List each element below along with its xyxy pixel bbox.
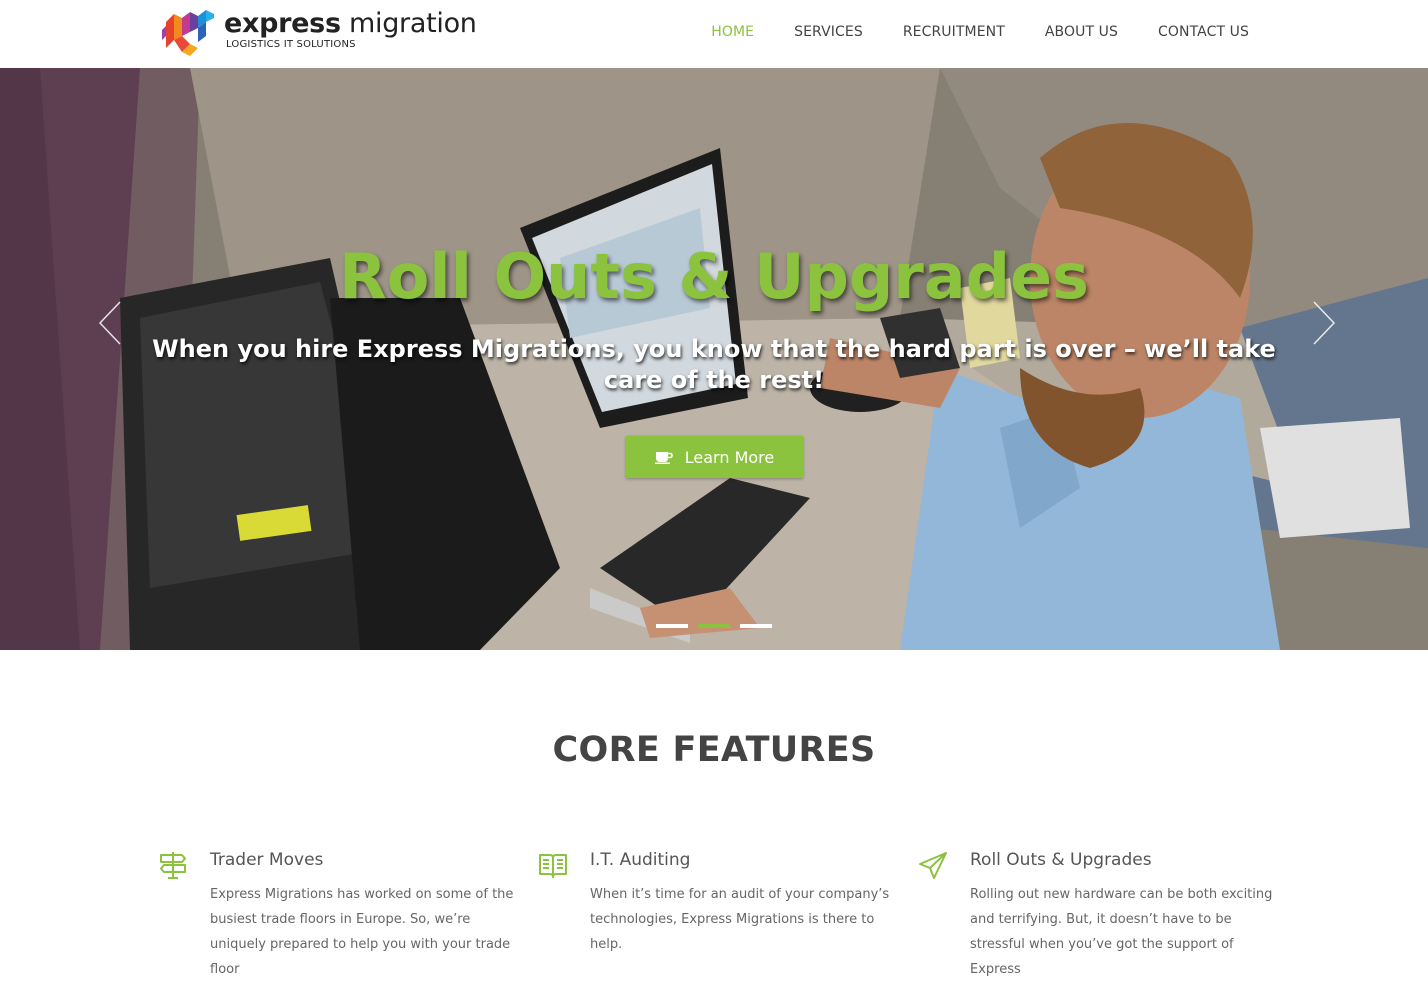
learn-more-button[interactable]: Learn More — [626, 436, 803, 478]
logo-mark-icon — [162, 10, 214, 56]
features-heading: CORE FEATURES — [552, 730, 876, 770]
hero-title: Roll Outs & Upgrades — [339, 240, 1089, 313]
slider-indicators — [656, 624, 772, 628]
slide-indicator-1[interactable] — [656, 624, 688, 628]
nav-about-us[interactable]: ABOUT US — [1045, 24, 1118, 40]
chevron-right-icon — [1313, 301, 1336, 345]
feature-title: I.T. Auditing — [590, 850, 691, 870]
nav-contact-us[interactable]: CONTACT US — [1158, 24, 1249, 40]
paper-plane-icon — [919, 852, 947, 879]
logo-name-bold: express — [224, 8, 341, 39]
signpost-icon — [160, 852, 186, 879]
nav-services[interactable]: SERVICES — [794, 24, 863, 40]
chevron-left-icon — [98, 301, 121, 345]
slider-next-button[interactable] — [1308, 300, 1338, 346]
hero-subtitle: When you hire Express Migrations, you kn… — [152, 335, 1276, 394]
logo-wordmark: express migration — [224, 8, 477, 39]
nav-recruitment[interactable]: RECRUITMENT — [903, 24, 1005, 40]
feature-text: Express Migrations has worked on some of… — [210, 887, 514, 977]
feature-title: Trader Moves — [210, 850, 324, 870]
open-book-icon — [539, 854, 567, 878]
slide-indicator-3[interactable] — [740, 624, 772, 628]
slide-indicator-2[interactable] — [698, 624, 730, 628]
site-header: express migration LOGISTICS IT SOLUTIONS… — [0, 0, 1428, 68]
main-nav: HOME SERVICES RECRUITMENT ABOUT US CONTA… — [671, 24, 1249, 40]
slider-prev-button[interactable] — [96, 300, 126, 346]
hero-slider: Roll Outs & Upgrades When you hire Expre… — [0, 68, 1428, 650]
coffee-cup-icon — [654, 452, 673, 464]
learn-more-label: Learn More — [684, 447, 775, 467]
logo-name-light: migration — [340, 8, 477, 39]
feature-text: When it’s time for an audit of your comp… — [590, 887, 890, 952]
logo-tagline: LOGISTICS IT SOLUTIONS — [226, 39, 356, 50]
nav-home[interactable]: HOME — [711, 24, 754, 40]
feature-text: Rolling out new hardware can be both exc… — [970, 887, 1273, 977]
feature-title: Roll Outs & Upgrades — [970, 850, 1152, 870]
site-logo[interactable]: express migration LOGISTICS IT SOLUTIONS — [160, 6, 490, 58]
